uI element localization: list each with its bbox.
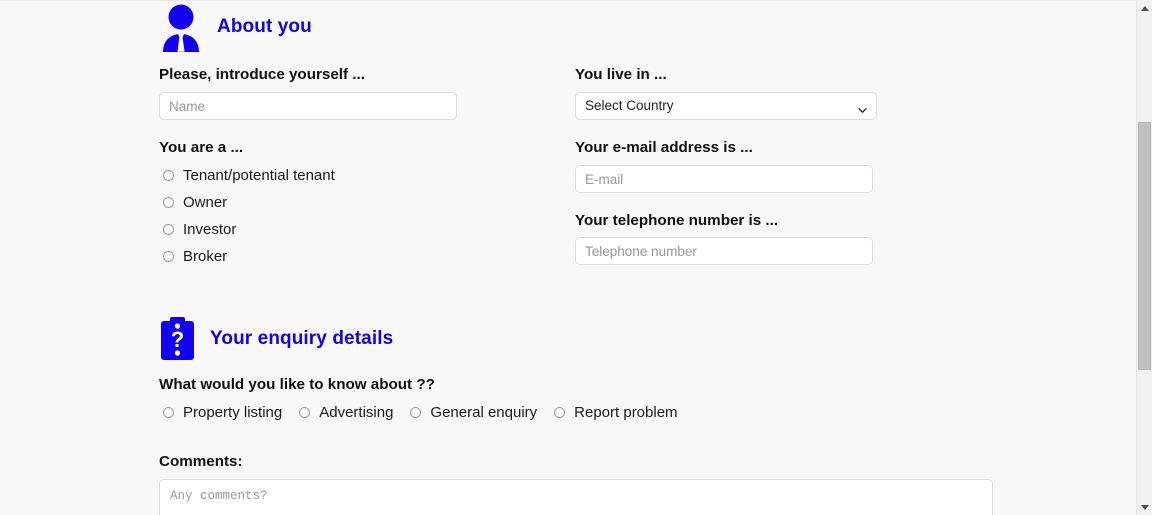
telephone-input[interactable] — [575, 237, 873, 265]
radio-owner[interactable]: Owner — [163, 194, 227, 211]
vertical-scrollbar[interactable] — [1136, 0, 1152, 515]
about-you-section-header: About you — [159, 2, 312, 52]
name-field-label: Please, introduce yourself ... — [159, 66, 365, 83]
radio-property-listing[interactable]: Property listing — [163, 404, 282, 421]
radio-label-report-problem: Report problem — [574, 404, 678, 421]
radio-label-general-enquiry: General enquiry — [430, 404, 538, 421]
country-field-label: You live in ... — [575, 66, 667, 83]
country-select-value: Select Country — [585, 98, 674, 113]
scroll-up-triangle — [1140, 5, 1149, 11]
radio-dot-tenant[interactable] — [163, 170, 174, 181]
radio-dot-broker[interactable] — [163, 251, 174, 262]
question-clipboard-icon: ? — [159, 315, 196, 363]
role-field-label: You are a ... — [159, 139, 244, 156]
email-field-label: Your e-mail address is ... — [575, 139, 753, 156]
enquiry-form-page: About you Please, introduce yourself ...… — [0, 0, 1152, 515]
radio-label-property-listing: Property listing — [183, 404, 283, 421]
enquiry-details-title: Your enquiry details — [210, 328, 394, 349]
businessman-icon — [159, 2, 203, 52]
topic-radio-group: Property listing Advertising General enq… — [163, 404, 678, 421]
scrollbar-thumb[interactable] — [1138, 122, 1151, 370]
comments-field-label: Comments: — [159, 453, 243, 470]
radio-broker[interactable]: Broker — [163, 248, 227, 265]
radio-general-enquiry[interactable]: General enquiry — [410, 404, 537, 421]
radio-label-owner: Owner — [183, 194, 228, 211]
radio-label-tenant: Tenant/potential tenant — [183, 167, 335, 184]
radio-dot-investor[interactable] — [163, 224, 174, 235]
name-input[interactable] — [159, 92, 457, 120]
radio-dot-report-problem[interactable] — [554, 407, 566, 418]
about-you-title: About you — [217, 16, 312, 37]
phone-field-label: Your telephone number is ... — [575, 212, 779, 229]
country-select[interactable]: Select Country — [575, 92, 877, 120]
radio-dot-general-enquiry[interactable] — [410, 407, 422, 418]
radio-investor[interactable]: Investor — [163, 221, 236, 238]
radio-report-problem[interactable]: Report problem — [554, 404, 678, 421]
radio-advertising[interactable]: Advertising — [299, 404, 393, 421]
scroll-up-arrow-icon[interactable] — [1137, 0, 1152, 16]
radio-label-advertising: Advertising — [319, 404, 394, 421]
email-input[interactable] — [575, 165, 873, 193]
svg-text:?: ? — [171, 327, 184, 352]
chevron-down-icon — [858, 102, 867, 113]
radio-label-investor: Investor — [183, 221, 237, 238]
comments-textarea[interactable] — [159, 479, 993, 515]
radio-dot-owner[interactable] — [163, 197, 174, 208]
radio-dot-property-listing[interactable] — [163, 407, 174, 418]
radio-tenant[interactable]: Tenant/potential tenant — [163, 167, 335, 184]
topic-field-label: What would you like to know about ?? — [159, 376, 435, 393]
radio-dot-advertising[interactable] — [299, 407, 311, 418]
scroll-down-arrow-icon[interactable] — [1137, 499, 1152, 515]
scroll-down-triangle — [1140, 504, 1149, 510]
radio-label-broker: Broker — [183, 248, 228, 265]
form-viewport: About you Please, introduce yourself ...… — [0, 0, 1136, 515]
enquiry-details-section-header: ? Your enquiry details — [159, 315, 393, 363]
